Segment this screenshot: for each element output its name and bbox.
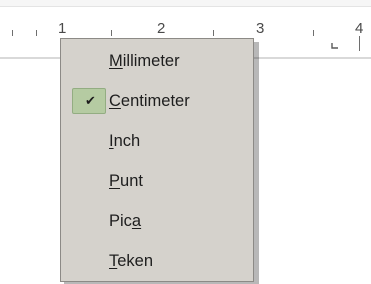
menu-item-label-rest: unt: [120, 172, 143, 190]
menu-item-mnemonic: T: [109, 252, 118, 270]
menu-item-label-rest: nch: [113, 132, 141, 150]
menu-item-mnemonic: M: [109, 52, 123, 70]
ruler-tick: [36, 30, 37, 36]
ruler-tick: [313, 30, 314, 36]
ruler-number: 2: [157, 20, 166, 37]
menu-item-label-rest: illimeter: [122, 52, 180, 70]
ruler-number: 3: [256, 20, 265, 37]
menu-item-inch[interactable]: Inch: [61, 121, 253, 161]
menu-item-label: Centimeter: [109, 92, 190, 110]
menu-item-punt[interactable]: Punt: [61, 161, 253, 201]
menu-item-label: Teken: [109, 252, 153, 270]
menu-item-label: Pica: [109, 212, 141, 230]
checkmark-icon: ✔: [85, 93, 96, 108]
tab-stop-marker[interactable]: [331, 43, 338, 50]
menu-item-pica[interactable]: Pica: [61, 201, 253, 241]
menu-item-label: Millimeter: [109, 52, 180, 70]
menu-item-label-rest: entimeter: [120, 92, 190, 110]
menu-item-label: Inch: [109, 132, 140, 150]
ruler-number: 4: [355, 20, 364, 37]
menu-item-label-rest: Pic: [109, 212, 132, 230]
ruler-tick: [12, 30, 13, 36]
menu-item-mnemonic: a: [131, 212, 142, 230]
ruler-tick: [111, 30, 112, 36]
menu-item-teken[interactable]: Teken: [61, 241, 253, 281]
menu-item-centimeter[interactable]: ✔ Centimeter: [61, 81, 253, 121]
menu-item-label: Punt: [109, 172, 143, 190]
ruler-number: 1: [58, 20, 67, 37]
menu-item-mnemonic: P: [109, 172, 121, 190]
menu-item-mnemonic: C: [109, 92, 121, 110]
menu-item-label-rest: eken: [117, 252, 154, 270]
ruler-tick: [213, 30, 214, 36]
menu-item-millimeter[interactable]: Millimeter: [61, 41, 253, 81]
check-highlight: ✔: [72, 88, 106, 114]
ruler-tick: [359, 36, 360, 51]
ruler-unit-menu: Millimeter ✔ Centimeter Inch Punt Pica T…: [60, 38, 254, 282]
